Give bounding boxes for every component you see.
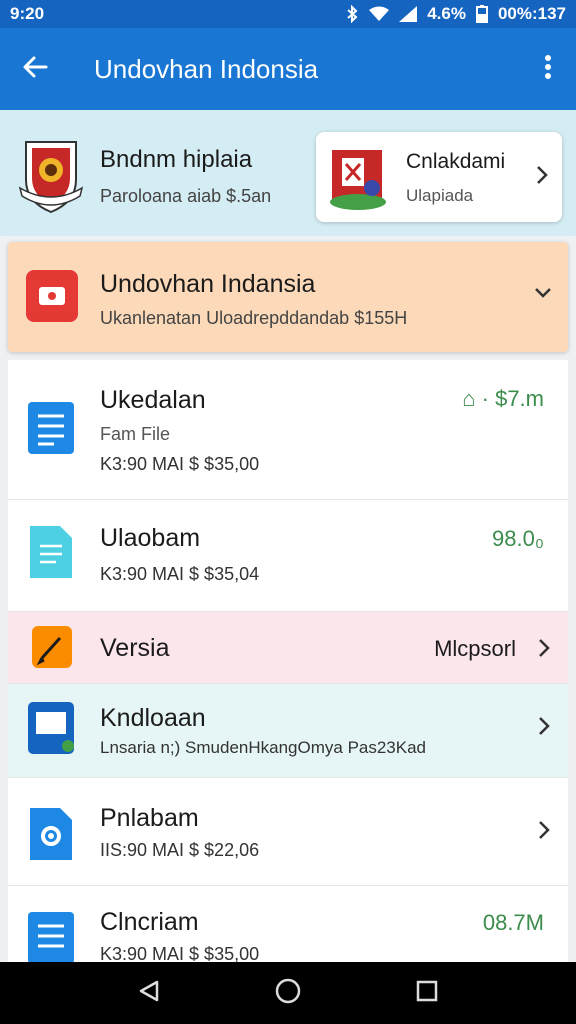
chevron-right-icon — [538, 820, 550, 845]
featured-card-title: Cnlakdami — [406, 150, 506, 173]
list-item-value: 08.7M — [482, 910, 544, 935]
list-item-title: Versia — [100, 634, 170, 662]
square-recents-icon — [416, 980, 438, 1007]
list-item[interactable]: Ulaobam K3:90 MAI $ $35,04 98.0₀ — [8, 500, 568, 612]
status-bar: 9:20 4.6% 00%:137 — [0, 0, 576, 28]
monitor-icon — [26, 700, 76, 756]
highlight-subtitle: Ukanlenatan Uloadrepddandab $155H — [100, 308, 408, 328]
spreadsheet-icon — [26, 524, 76, 580]
more-vert-icon — [544, 54, 552, 85]
banner-subtitle: Paroloana aiab $.5an — [100, 186, 272, 206]
list-item-detail: K3:90 MAI $ $35,04 — [100, 564, 260, 584]
banner-title: Bndnm hiplaia — [100, 146, 253, 173]
list-item[interactable]: Pnlabam IIS:90 MAI $ $22,06 — [8, 778, 568, 886]
flag-thumbnail-icon — [326, 144, 390, 210]
highlight-title: Undovhan Indansia — [100, 270, 316, 298]
featured-card[interactable]: Cnlakdami Ulapiada — [316, 132, 562, 222]
list-item-detail: K3:90 MAI $ $35,00 — [100, 454, 260, 474]
list-item-title: Pnlabam — [100, 804, 199, 832]
battery-icon — [475, 5, 488, 23]
list-item-value: ⌂ · $7.m — [462, 386, 544, 411]
crest-logo-icon — [18, 136, 84, 216]
profile-banner: Bndnm hiplaia Paroloana aiab $.5an Cnlak… — [0, 110, 576, 236]
nav-back-button[interactable] — [119, 962, 179, 1024]
document-icon — [26, 910, 76, 962]
bluetooth-icon — [345, 5, 359, 23]
overflow-menu-button[interactable] — [520, 28, 576, 110]
featured-card-subtitle: Ulapiada — [406, 186, 474, 205]
status-icons: 4.6% 00%:137 — [345, 4, 566, 24]
chevron-right-icon — [538, 716, 550, 741]
list-item-detail: IIS:90 MAI $ $22,06 — [100, 840, 260, 860]
list-item-title: Kndloaan — [100, 704, 206, 732]
arrow-left-icon — [22, 55, 48, 84]
list-item-value: 98.0₀ — [492, 526, 544, 551]
item-list: Ukedalan Fam File K3:90 MAI $ $35,00 ⌂ ·… — [8, 360, 568, 962]
list-item-title: Clncriam — [100, 908, 199, 936]
video-icon — [26, 270, 78, 322]
system-nav-bar — [0, 962, 576, 1024]
edit-icon — [26, 624, 76, 670]
chevron-down-icon[interactable] — [534, 286, 552, 304]
status-time: 9:20 — [10, 4, 45, 23]
settings-file-icon — [26, 806, 76, 862]
page-title: Undovhan Indonsia — [94, 53, 319, 84]
triangle-back-icon — [137, 979, 161, 1008]
app-bar: Undovhan Indonsia — [0, 28, 576, 110]
list-item[interactable]: Kndloaan Lnsaria n;) SmudenHkangOmya Pas… — [8, 684, 568, 778]
nav-home-button[interactable] — [258, 962, 318, 1024]
list-item[interactable]: Ukedalan Fam File K3:90 MAI $ $35,00 ⌂ ·… — [8, 360, 568, 500]
list-item-title: Ulaobam — [100, 524, 201, 552]
list-item[interactable]: Versia Mlcpsorl — [8, 612, 568, 684]
nav-recents-button[interactable] — [397, 962, 457, 1024]
status-extra: 00%:137 — [497, 4, 566, 23]
list-item-subtitle: Fam File — [100, 424, 171, 444]
list-item-value: Mlcpsorl — [434, 636, 516, 661]
list-item-title: Ukedalan — [100, 386, 206, 414]
list-item-detail: Lnsaria n;) SmudenHkangOmya Pas23Kad — [100, 738, 427, 757]
back-button[interactable] — [0, 28, 70, 110]
document-icon — [26, 400, 76, 456]
signal-icon — [399, 6, 418, 22]
wifi-icon — [369, 6, 390, 22]
chevron-right-icon — [538, 638, 550, 663]
highlight-card[interactable]: Undovhan Indansia Ukanlenatan Uloadrepdd… — [8, 242, 568, 352]
list-item[interactable]: Clncriam K3:90 MAI $ $35,00 08.7M — [8, 886, 568, 962]
list-item-detail: K3:90 MAI $ $35,00 — [100, 944, 260, 962]
circle-home-icon — [275, 978, 301, 1009]
chevron-right-icon — [536, 165, 548, 190]
battery-percent: 4.6% — [427, 4, 466, 23]
